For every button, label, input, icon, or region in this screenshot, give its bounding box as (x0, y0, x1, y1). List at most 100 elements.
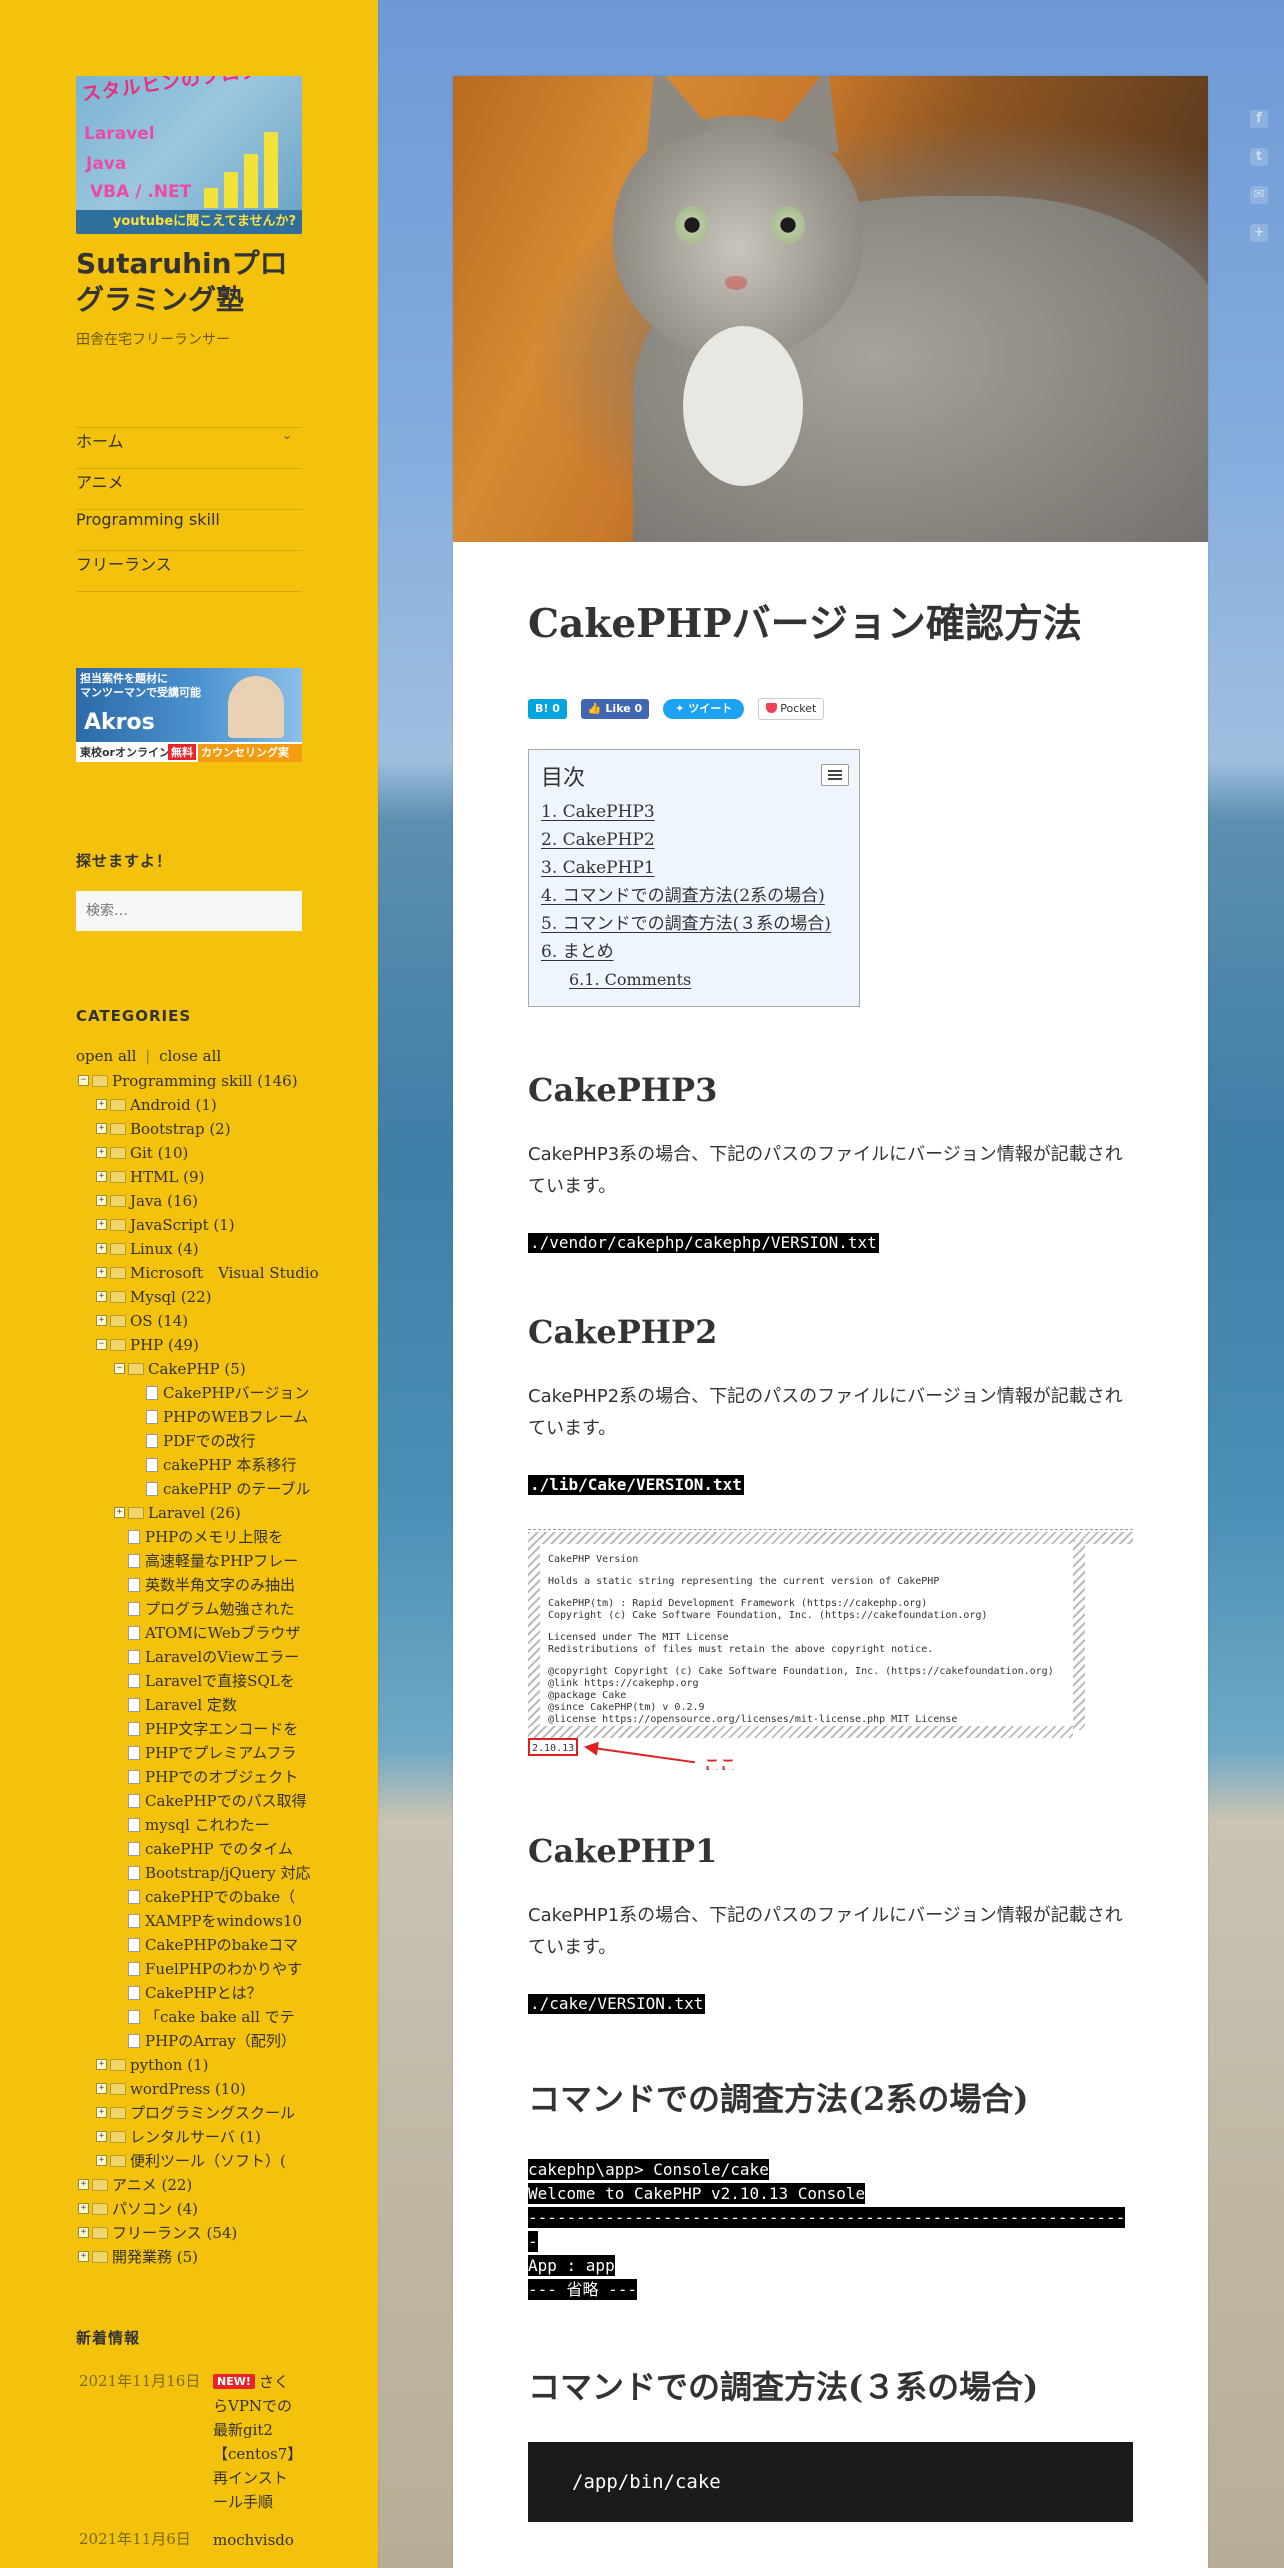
category-post-item[interactable]: CakePHPでのパス取得 (76, 1789, 340, 1813)
category-item[interactable]: + Git (10) (76, 1141, 322, 1165)
collapse-icon[interactable]: − (114, 1363, 125, 1375)
category-item[interactable]: + wordPress (10) (76, 2077, 322, 2101)
category-item[interactable]: + JavaScript (1) (76, 1213, 322, 1237)
category-post-item[interactable]: Bootstrap/jQuery 対応 (76, 1861, 340, 1885)
facebook-like-button[interactable]: 👍 Like 0 (580, 698, 650, 719)
category-item[interactable]: + python (1) (76, 2053, 322, 2077)
expand-icon[interactable]: + (96, 1195, 107, 1207)
category-item[interactable]: + Linux (4) (76, 1237, 322, 1261)
expand-icon[interactable]: + (114, 1507, 125, 1519)
toc-subitem[interactable]: 6.1. Comments (541, 966, 847, 994)
open-all-link[interactable]: open all (76, 1047, 136, 1065)
category-post-item[interactable]: Laravelで直接SQLを (76, 1669, 340, 1693)
category-post-item[interactable]: CakePHPとは？ (76, 1981, 340, 2005)
site-logo[interactable]: スタルヒンのプログラミング塾 Laravel Java VBA / .NET y… (76, 76, 302, 234)
news-link[interactable]: さくらVPNでの最新git2【centos7】再インストール手順 (213, 2373, 302, 2511)
category-item[interactable]: + Microsoft Visual Studio (76, 1261, 322, 1285)
expand-icon[interactable]: + (96, 2131, 107, 2143)
news-link[interactable]: mochvisdo (213, 2531, 294, 2549)
category-item[interactable]: + 開発業務 (5) (76, 2245, 304, 2269)
expand-icon[interactable]: + (78, 2203, 89, 2215)
category-post-item[interactable]: CakePHPバージョン (76, 1381, 358, 1405)
ad-banner[interactable]: 担当案件を題材に マンツーマンで受講可能 Akros 東校orオンライン 無料 … (76, 667, 302, 762)
expand-icon[interactable]: + (96, 1099, 107, 1111)
category-item[interactable]: + OS (14) (76, 1309, 322, 1333)
nav-item-anime[interactable]: アニメ (76, 469, 302, 510)
category-post-item[interactable]: 「cake bake all でテ (76, 2005, 340, 2029)
expand-icon[interactable]: + (96, 1123, 107, 1135)
category-item[interactable]: + Bootstrap (2) (76, 1117, 322, 1141)
collapse-icon[interactable]: − (78, 1075, 89, 1087)
category-post-item[interactable]: PHP文字エンコードを (76, 1717, 340, 1741)
category-post-item[interactable]: mysql これわたー (76, 1813, 340, 1837)
category-post-item[interactable]: FuelPHPのわかりやす (76, 1957, 340, 1981)
expand-icon[interactable]: + (96, 1219, 107, 1231)
pocket-button[interactable]: Pocket (758, 697, 825, 720)
category-item[interactable]: − CakePHP (5) (76, 1357, 340, 1381)
category-post-item[interactable]: ATOMにWebブラウザ (76, 1621, 340, 1645)
category-item[interactable]: + パソコン (4) (76, 2197, 304, 2221)
category-item[interactable]: + Laravel (26) (76, 1501, 340, 1525)
hatena-bookmark-button[interactable]: B! 0 (528, 698, 567, 719)
plus-icon[interactable]: + (1250, 224, 1268, 242)
collapse-icon[interactable]: − (96, 1339, 107, 1351)
category-post-item[interactable]: PHPでプレミアムフラ (76, 1741, 340, 1765)
expand-icon[interactable]: + (96, 1291, 107, 1303)
close-all-link[interactable]: close all (159, 1047, 221, 1065)
expand-icon[interactable]: + (96, 1315, 107, 1327)
category-item[interactable]: + フリーランス (54) (76, 2221, 304, 2245)
expand-icon[interactable]: + (96, 1267, 107, 1279)
expand-icon[interactable]: + (78, 2179, 89, 2191)
category-post-item[interactable]: 高速軽量なPHPフレー (76, 1549, 340, 1573)
nav-item-home[interactable]: ホーム ⌄ (76, 428, 302, 469)
expand-icon[interactable]: + (96, 2107, 107, 2119)
category-post-item[interactable]: cakePHPでのbake（ (76, 1885, 340, 1909)
news-item[interactable]: 2021年11月16日 NEW! さくらVPNでの最新git2【centos7】再… (76, 2370, 302, 2514)
category-item[interactable]: + レンタルサーバ (1) (76, 2125, 322, 2149)
toc-item[interactable]: 4. コマンドでの調査方法(2系の場合) (541, 882, 847, 910)
category-post-item[interactable]: PHPのArray（配列） (76, 2029, 340, 2053)
expand-icon[interactable]: + (96, 2155, 107, 2167)
mail-icon[interactable]: ✉ (1250, 186, 1268, 204)
category-post-item[interactable]: プログラム勉強された (76, 1597, 340, 1621)
chevron-down-icon[interactable]: ⌄ (282, 428, 292, 442)
category-item[interactable]: + Java (16) (76, 1189, 322, 1213)
expand-icon[interactable]: + (78, 2251, 89, 2263)
category-post-item[interactable]: CakePHPのbakeコマ (76, 1933, 340, 1957)
site-title[interactable]: Sutaruhinプログラミング塾 (76, 246, 302, 319)
toc-item[interactable]: 1. CakePHP3 (541, 798, 847, 826)
nav-item-freelance[interactable]: フリーランス (76, 551, 302, 592)
toc-item[interactable]: 5. コマンドでの調査方法(３系の場合) (541, 910, 847, 938)
facebook-icon[interactable]: f (1250, 110, 1268, 128)
expand-icon[interactable]: + (96, 1243, 107, 1255)
category-post-item[interactable]: XAMPPをwindows10 (76, 1909, 340, 1933)
category-post-item[interactable]: PHPでのオブジェクト (76, 1765, 340, 1789)
category-post-item[interactable]: 英数半角文字のみ抽出 (76, 1573, 340, 1597)
twitter-icon[interactable]: t (1250, 148, 1268, 166)
news-item[interactable]: 2021年11月6日 mochvisdo (76, 2528, 302, 2552)
category-post-item[interactable]: PHPのWEBフレーム (76, 1405, 358, 1429)
expand-icon[interactable]: + (96, 1171, 107, 1183)
category-post-item[interactable]: LaravelのViewエラー (76, 1645, 340, 1669)
search-input[interactable] (76, 890, 302, 931)
category-item[interactable]: + 便利ツール（ソフト）( (76, 2149, 322, 2173)
category-item[interactable]: − PHP (49) (76, 1333, 322, 1357)
category-post-item[interactable]: cakePHP 本系移行 (76, 1453, 358, 1477)
expand-icon[interactable]: + (96, 1147, 107, 1159)
category-item[interactable]: − Programming skill (146) (76, 1069, 304, 1093)
expand-icon[interactable]: + (78, 2227, 89, 2239)
toc-item[interactable]: 3. CakePHP1 (541, 854, 847, 882)
category-post-item[interactable]: cakePHP のテーブル (76, 1477, 358, 1501)
category-post-item[interactable]: cakePHP でのタイム (76, 1837, 340, 1861)
category-item[interactable]: + HTML (9) (76, 1165, 322, 1189)
category-item[interactable]: + プログラミングスクール (76, 2101, 322, 2125)
tweet-button[interactable]: ✦ ツイート (663, 698, 745, 719)
expand-icon[interactable]: + (96, 2083, 107, 2095)
category-post-item[interactable]: Laravel 定数 (76, 1693, 340, 1717)
nav-item-programming-skill[interactable]: Programming skill (76, 510, 302, 551)
toc-item[interactable]: 2. CakePHP2 (541, 826, 847, 854)
category-post-item[interactable]: PHPのメモリ上限を (76, 1525, 340, 1549)
expand-icon[interactable]: + (96, 2059, 107, 2071)
category-item[interactable]: + Android (1) (76, 1093, 322, 1117)
toc-toggle-icon[interactable] (821, 763, 849, 786)
